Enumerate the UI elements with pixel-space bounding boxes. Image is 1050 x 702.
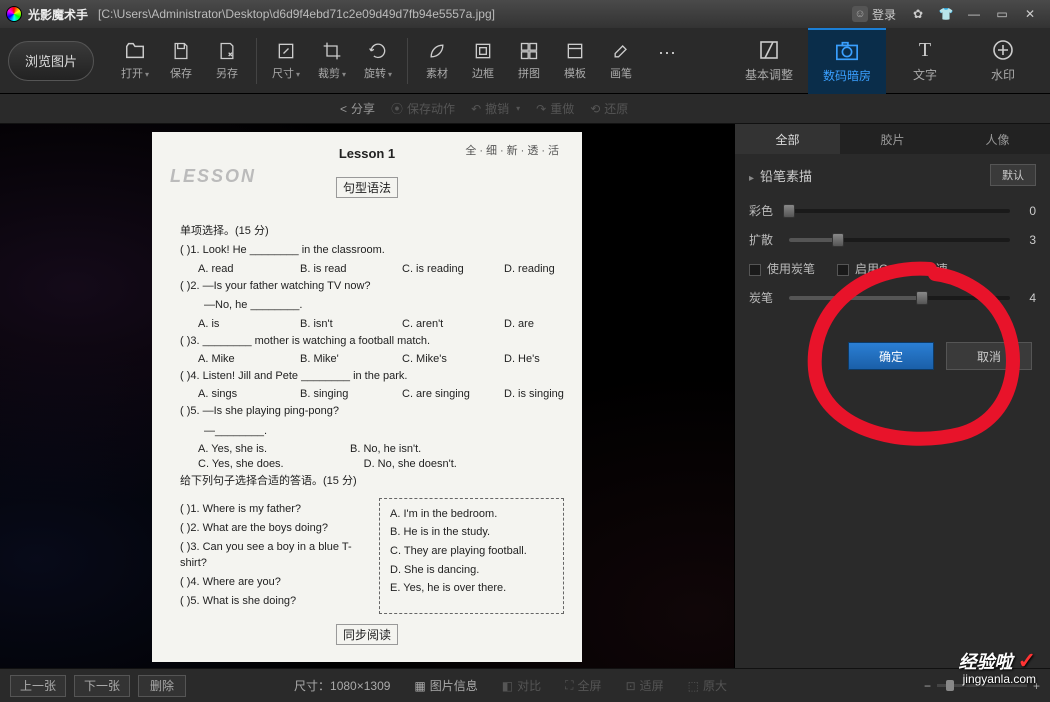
resize-icon xyxy=(275,40,297,62)
rotate-icon xyxy=(367,40,389,62)
saveas-button[interactable]: 另存 xyxy=(204,33,250,89)
rotate-button[interactable]: 旋转▾ xyxy=(355,33,401,89)
material-button[interactable]: 素材 xyxy=(414,33,460,89)
save-action-button[interactable]: ⦿保存动作 xyxy=(391,100,455,117)
crop-icon xyxy=(321,40,343,62)
save-icon xyxy=(170,40,192,62)
crop-button[interactable]: 裁剪▾ xyxy=(309,33,355,89)
redo-button[interactable]: ↷重做 xyxy=(536,100,574,117)
dimensions-label: 尺寸：1080×1309 xyxy=(294,677,390,694)
charcoal-label: 炭笔 xyxy=(749,289,779,306)
zoom-in-icon[interactable]: + xyxy=(1033,679,1040,693)
brush-icon xyxy=(610,40,632,62)
app-logo-icon xyxy=(6,6,22,22)
brush-button[interactable]: 画笔 xyxy=(598,33,644,89)
title-bar: 光影魔术手 [C:\Users\Administrator\Desktop\d6… xyxy=(0,0,1050,28)
settings-icon[interactable]: ✿ xyxy=(904,3,932,25)
text-tab[interactable]: T文字 xyxy=(886,28,964,94)
adjust-icon xyxy=(757,38,781,62)
leaf-icon xyxy=(426,40,448,62)
zoom-out-icon[interactable]: − xyxy=(924,679,931,693)
restore-icon: ⟲ xyxy=(590,102,600,116)
undo-button[interactable]: ↶撤销▾ xyxy=(471,100,520,117)
share-button[interactable]: <分享 xyxy=(340,100,375,117)
compare-button[interactable]: ◧对比 xyxy=(502,677,541,694)
template-icon xyxy=(564,40,586,62)
diffuse-slider[interactable] xyxy=(789,238,1010,242)
delete-button[interactable]: 删除 xyxy=(138,675,186,697)
darkroom-tab[interactable]: 数码暗房 xyxy=(808,28,886,94)
color-slider[interactable] xyxy=(789,209,1010,213)
status-bar: 上一张 下一张 删除 尺寸：1080×1309 ▦图片信息 ◧对比 ⛶全屏 ⊡适… xyxy=(0,668,1050,702)
fullscreen-icon: ⛶ xyxy=(565,678,573,693)
more-button[interactable]: ⋯... xyxy=(644,33,690,89)
border-icon xyxy=(472,40,494,62)
color-label: 彩色 xyxy=(749,202,779,219)
chevron-right-icon: ▸ xyxy=(749,173,754,184)
file-path: [C:\Users\Administrator\Desktop\d6d9f4eb… xyxy=(98,7,495,21)
charcoal-value: 4 xyxy=(1020,291,1036,305)
fit-screen-button[interactable]: ⊡适屏 xyxy=(626,677,664,694)
more-icon: ⋯ xyxy=(656,42,678,64)
restore-button[interactable]: ⟲还原 xyxy=(590,100,628,117)
browse-images-button[interactable]: 浏览图片 xyxy=(8,41,94,81)
diffuse-value: 3 xyxy=(1020,233,1036,247)
open-button[interactable]: 打开▾ xyxy=(112,33,158,89)
compare-icon: ◧ xyxy=(502,679,513,693)
folder-open-icon xyxy=(124,40,146,62)
record-icon: ⦿ xyxy=(391,100,403,117)
saveas-icon xyxy=(216,40,238,62)
image-info-button[interactable]: ▦图片信息 xyxy=(414,677,477,694)
watermark-icon xyxy=(991,38,1015,62)
diffuse-label: 扩散 xyxy=(749,231,779,248)
next-image-button[interactable]: 下一张 xyxy=(74,675,130,697)
tab-portrait[interactable]: 人像 xyxy=(945,124,1050,154)
fit-icon: ⊡ xyxy=(626,679,636,693)
watermark-tab[interactable]: 水印 xyxy=(964,28,1042,94)
border-button[interactable]: 边框 xyxy=(460,33,506,89)
redo-icon: ↷ xyxy=(536,102,546,116)
info-icon: ▦ xyxy=(414,679,425,693)
charcoal-slider[interactable] xyxy=(789,296,1010,300)
template-button[interactable]: 模板 xyxy=(552,33,598,89)
save-button[interactable]: 保存 xyxy=(158,33,204,89)
close-button[interactable]: ✕ xyxy=(1016,3,1044,25)
grid-icon xyxy=(518,40,540,62)
share-icon: < xyxy=(340,102,347,116)
login-button[interactable]: ☺ 登录 xyxy=(852,6,896,23)
maximize-button[interactable]: ▭ xyxy=(988,3,1016,25)
effect-name[interactable]: ▸铅笔素描 xyxy=(749,166,812,185)
tab-film[interactable]: 胶片 xyxy=(840,124,945,154)
orig-icon: ⬚ xyxy=(688,679,699,693)
main-toolbar: 浏览图片 打开▾ 保存 另存 尺寸▾ 裁剪▾ 旋转▾ 素材 边框 拼图 模板 画… xyxy=(0,28,1050,94)
login-label: 登录 xyxy=(872,6,896,23)
size-button[interactable]: 尺寸▾ xyxy=(263,33,309,89)
collage-button[interactable]: 拼图 xyxy=(506,33,552,89)
charcoal-checkbox[interactable]: 使用炭笔 xyxy=(749,260,815,277)
original-size-button[interactable]: ⬚原大 xyxy=(688,677,727,694)
avatar-icon: ☺ xyxy=(852,6,868,22)
opencl-checkbox[interactable]: 启用OpenCL加速 xyxy=(837,260,948,277)
effects-panel: 全部 胶片 人像 ▸铅笔素描 默认 彩色 0 扩散 3 使用炭笔 启用OpenC… xyxy=(734,124,1050,668)
canvas-area[interactable]: 全·细·新·透·活 Lesson 1 LESSON 句型语法 单项选择。(15 … xyxy=(0,124,734,668)
zoom-slider[interactable] xyxy=(937,684,1027,687)
zoom-control[interactable]: − + xyxy=(924,679,1040,693)
text-icon: T xyxy=(913,38,937,62)
basic-adjust-tab[interactable]: 基本调整 xyxy=(730,28,808,94)
action-bar: <分享 ⦿保存动作 ↶撤销▾ ↷重做 ⟲还原 xyxy=(0,94,1050,124)
color-value: 0 xyxy=(1020,204,1036,218)
undo-icon: ↶ xyxy=(471,102,481,116)
minimize-button[interactable]: — xyxy=(960,3,988,25)
skin-icon[interactable]: 👕 xyxy=(932,3,960,25)
tab-all[interactable]: 全部 xyxy=(735,124,840,154)
ok-button[interactable]: 确定 xyxy=(848,342,934,370)
cancel-button[interactable]: 取消 xyxy=(946,342,1032,370)
document-image: 全·细·新·透·活 Lesson 1 LESSON 句型语法 单项选择。(15 … xyxy=(152,132,582,662)
camera-icon xyxy=(835,39,859,63)
prev-image-button[interactable]: 上一张 xyxy=(10,675,66,697)
app-title: 光影魔术手 xyxy=(28,6,88,23)
default-button[interactable]: 默认 xyxy=(990,164,1036,186)
fullscreen-button[interactable]: ⛶全屏 xyxy=(565,677,601,694)
